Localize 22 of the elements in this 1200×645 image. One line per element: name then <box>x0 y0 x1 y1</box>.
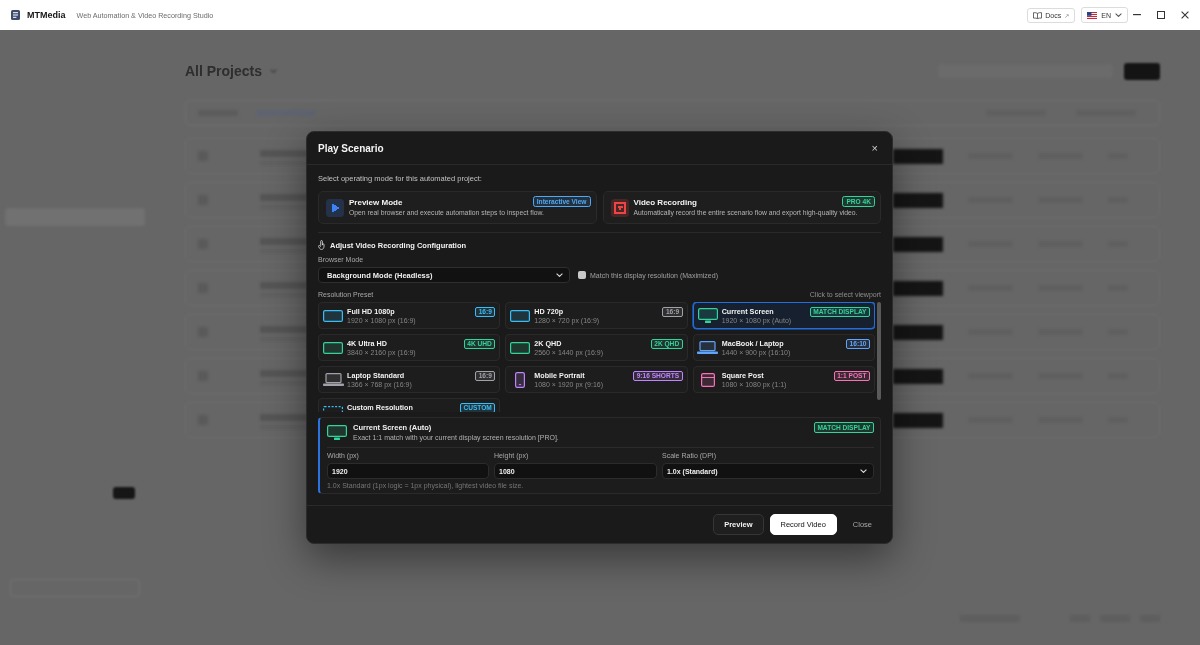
flag-icon <box>1087 11 1098 19</box>
dialog-title: Play Scenario <box>318 142 384 154</box>
chevron-down-icon <box>860 469 867 473</box>
maximize-icon[interactable] <box>1157 11 1165 19</box>
book-icon <box>1033 11 1043 19</box>
checkbox[interactable] <box>578 271 586 279</box>
app-name: MTMedia <box>27 10 66 20</box>
play-icon <box>326 198 344 217</box>
mode-title: Video Recording <box>633 197 698 208</box>
minimize-icon[interactable] <box>1133 14 1141 16</box>
chevron-down-icon <box>1115 13 1122 17</box>
sidebar-tag <box>113 487 135 499</box>
new-project-button[interactable] <box>1124 62 1160 80</box>
video-frame-icon <box>610 198 629 217</box>
close-icon[interactable] <box>1181 11 1189 19</box>
page-heading: All Projects <box>185 63 263 79</box>
chevron-down-icon <box>556 273 563 277</box>
scrollbar-thumb[interactable] <box>877 302 881 400</box>
mode-title: Preview Mode <box>349 197 404 208</box>
dialog-close-button[interactable]: × <box>867 141 882 155</box>
pointing-hand-icon <box>318 240 325 250</box>
logo-icon <box>11 10 20 20</box>
